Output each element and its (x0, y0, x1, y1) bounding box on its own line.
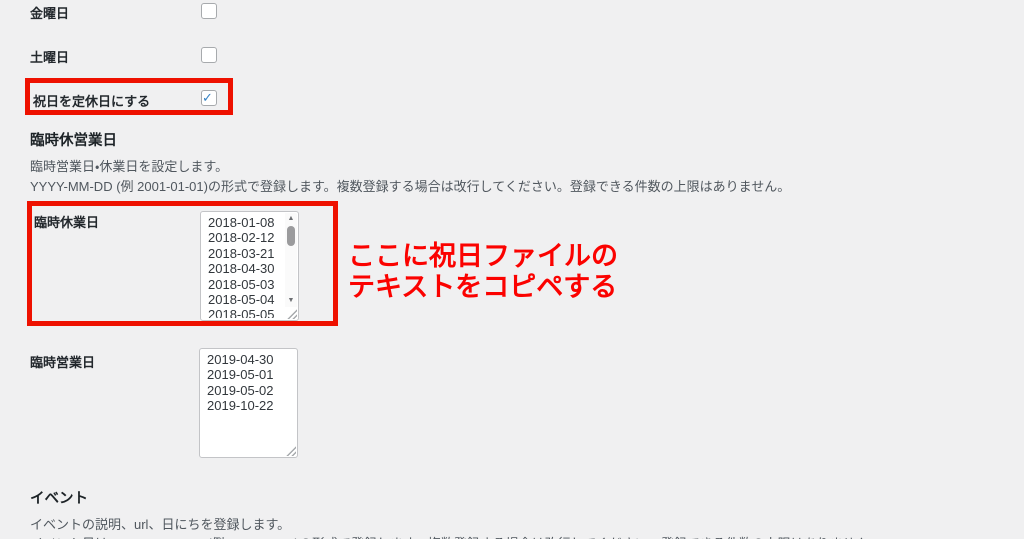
scrollbar-thumb[interactable] (287, 226, 295, 246)
closed-date: 2018-05-04 (208, 292, 275, 308)
open-days-label: 臨時営業日 (30, 355, 96, 370)
open-days-list: 2019-04-30 2019-05-01 2019-05-02 2019-10… (200, 349, 295, 455)
holiday-closed-label: 祝日を定休日にする (33, 94, 151, 109)
settings-page: 金曜日 土曜日 祝日を定休日にする ✓ 臨時休営業日 臨時営業日・休業日を設定し… (0, 0, 1024, 539)
saturday-label: 土曜日 (30, 50, 70, 65)
open-date: 2019-04-30 (207, 352, 274, 367)
closed-days-label: 臨時休業日 (34, 215, 100, 230)
event-section-description-1: イベントの説明、url、日にちを登録します。 (30, 517, 291, 532)
open-date: 2019-05-02 (207, 382, 274, 398)
event-section-description-2: イベント日は、YYYY-MM-DD (例 2001-01-01)の形式で登録しま… (30, 533, 881, 539)
annotation-line-2: テキストをコピペする (348, 272, 618, 302)
check-icon: ✓ (202, 90, 213, 105)
holiday-closed-checkbox[interactable]: ✓ (201, 90, 217, 106)
textarea-scrollbar[interactable]: ▲ ▼ (285, 213, 297, 307)
resize-handle-icon[interactable] (287, 309, 297, 319)
closed-days-textarea[interactable]: 2018-01-08 2018-02-12 2018-03-21 2018-04… (200, 211, 299, 321)
closed-date: 2018-03-21 (208, 245, 275, 261)
scroll-down-icon[interactable]: ▼ (285, 296, 297, 306)
annotation-line-1: ここに祝日ファイルの (348, 241, 618, 271)
closed-date: 2018-02-12 (208, 230, 275, 246)
closed-date: 2018-05-05 (208, 307, 275, 318)
temporary-section-description-2: YYYY-MM-DD (例 2001-01-01)の形式で登録します。複数登録す… (30, 179, 791, 194)
event-section-heading: イベント (30, 491, 88, 507)
temporary-section-description-1: 臨時営業日・休業日を設定します。 (30, 159, 229, 174)
open-date: 2019-10-22 (207, 398, 274, 414)
friday-checkbox[interactable] (201, 3, 217, 19)
annotation-note: ここに祝日ファイルの テキストをコピペする (348, 241, 618, 303)
friday-label: 金曜日 (30, 6, 70, 21)
closed-date: 2018-04-30 (208, 261, 275, 277)
closed-date: 2018-05-03 (208, 276, 275, 292)
closed-date: 2018-01-08 (208, 215, 275, 230)
saturday-checkbox[interactable] (201, 47, 217, 63)
open-days-textarea[interactable]: 2019-04-30 2019-05-01 2019-05-02 2019-10… (199, 348, 298, 458)
temporary-section-heading: 臨時休営業日 (30, 133, 117, 149)
open-date: 2019-05-01 (207, 367, 274, 383)
closed-days-list: 2018-01-08 2018-02-12 2018-03-21 2018-04… (201, 212, 284, 318)
scroll-up-icon[interactable]: ▲ (285, 214, 297, 224)
